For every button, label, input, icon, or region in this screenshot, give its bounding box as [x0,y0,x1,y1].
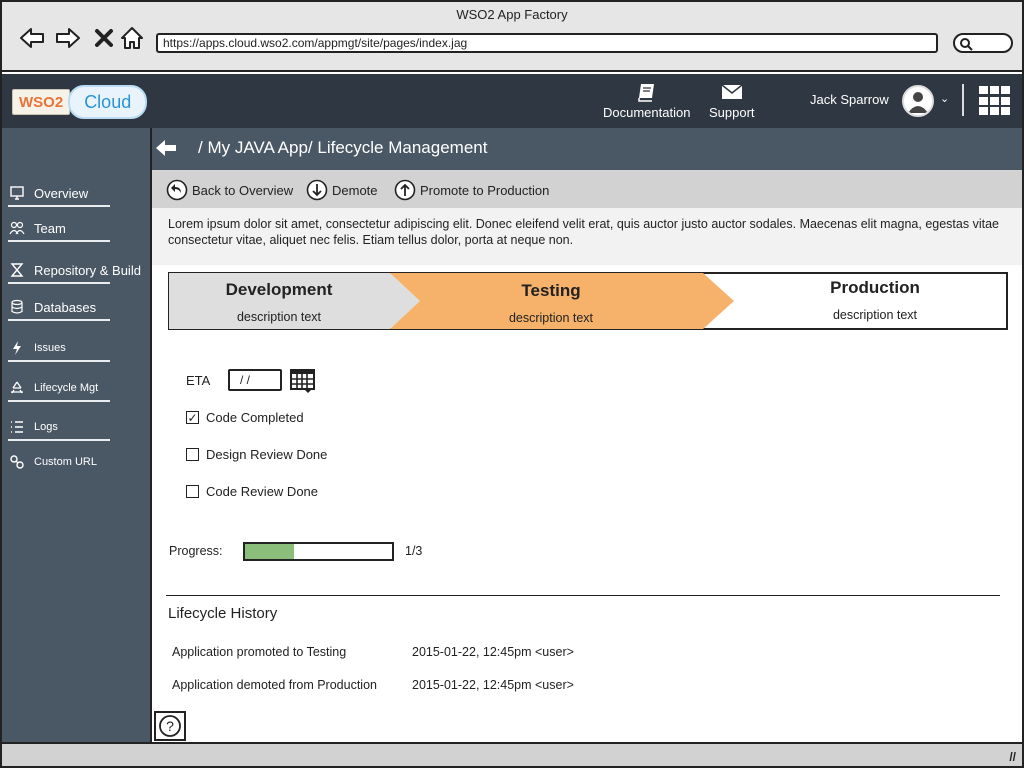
address-bar[interactable]: https://apps.cloud.wso2.com/appmgt/site/… [156,33,938,53]
support-label: Support [709,105,755,120]
stage-name: Testing [521,281,581,300]
demote-button[interactable]: Demote [306,179,378,201]
checklist-label: Code Review Done [206,484,319,499]
eta-label: ETA [186,373,211,388]
undo-arrow-icon [166,179,188,201]
sidebar-item-label: Overview [34,185,89,201]
sidebar-item-label: Lifecycle Mgt [34,382,99,394]
checklist-label: Design Review Done [206,447,328,462]
breadcrumb: / My JAVA App/ Lifecycle Management [198,138,488,157]
book-icon [637,84,654,102]
database-icon [8,298,26,316]
recycle-icon [8,379,26,397]
stage-desc: description text [236,310,322,324]
checklist-item-design-review[interactable]: Design Review Done [186,447,327,462]
back-arrow-icon[interactable] [152,128,180,168]
lifecycle-stages: Development description text Testing des… [168,272,1008,330]
logo-wso2: WSO2 [12,89,71,115]
progress-label: Progress: [169,544,223,558]
resize-grip-icon[interactable]: // [1009,750,1016,764]
avatar[interactable] [902,85,934,117]
stage-development[interactable]: Development description text [168,272,390,330]
demote-arrow-icon [306,179,328,201]
browser-chrome: WSO2 App Factory https://apps.cloud.wso2… [2,2,1022,72]
stage-desc: description text [508,311,594,325]
support-link[interactable]: Support [709,82,755,120]
mail-icon [721,84,743,99]
promote-label: Promote to Production [420,182,550,198]
link-icon [8,453,26,471]
history-time: 2015-01-22, 12:45pm <user> [412,645,574,659]
sidebar-item-issues[interactable]: Issues [8,336,110,362]
sidebar-item-label: Custom URL [34,456,97,468]
progress-fill [245,544,294,559]
home-icon[interactable] [118,24,146,52]
list-icon [8,418,26,436]
history-title: Lifecycle History [168,605,278,622]
sidebar-item-label: Logs [34,421,58,433]
stage-name: Production [830,278,920,297]
sidebar-item-overview[interactable]: Overview [8,181,110,207]
user-icon [908,92,928,113]
back-to-overview-button[interactable]: Back to Overview [166,179,293,201]
header-divider [962,84,964,116]
chevron-down-icon[interactable]: ⌄ [940,92,949,105]
stage-production[interactable]: Production description text [734,270,1016,328]
promote-button[interactable]: Promote to Production [394,179,549,201]
sidebar-item-lifecycle[interactable]: Lifecycle Mgt [8,376,110,402]
description-text: Lorem ipsum dolor sit amet, consectetur … [152,208,1022,265]
documentation-label: Documentation [603,105,691,120]
checkbox[interactable]: ✓ [186,411,199,424]
progress-text: 1/3 [405,544,423,558]
stage-desc: description text [832,308,918,322]
stop-icon[interactable] [90,24,118,52]
sidebar-item-team[interactable]: Team [8,216,110,242]
calendar-icon[interactable] [290,368,316,394]
history-divider [166,595,1000,596]
help-icon: ? [159,715,181,737]
logo-cloud: Cloud [68,85,148,119]
checklist-item-code-completed[interactable]: ✓ Code Completed [186,410,304,425]
svg-text:?: ? [166,718,174,734]
checklist-label: Code Completed [206,410,304,425]
monitor-icon [8,184,26,202]
promote-arrow-icon [394,179,416,201]
sidebar-item-label: Issues [34,342,66,354]
sidebar-item-logs[interactable]: Logs [8,415,110,441]
apps-grid-icon[interactable] [979,86,1011,116]
sidebar-item-label: Team [34,220,66,236]
history-time: 2015-01-22, 12:45pm <user> [412,678,574,692]
history-event: Application demoted from Production [172,678,377,692]
stage-testing[interactable]: Testing description text [418,273,684,331]
browser-window: WSO2 App Factory https://apps.cloud.wso2… [0,0,1024,768]
progress-bar [243,542,394,561]
sidebar-divider [8,272,110,284]
sidebar-item-databases[interactable]: Databases [8,295,110,321]
history-event: Application promoted to Testing [172,645,347,659]
stage-name: Development [225,280,333,299]
forward-icon[interactable] [54,24,82,52]
window-title: WSO2 App Factory [456,7,568,22]
user-name[interactable]: Jack Sparrow [810,92,889,107]
back-to-overview-label: Back to Overview [192,182,294,198]
wso2-cloud-logo[interactable]: WSO2 Cloud [12,84,148,120]
status-bar: // [2,742,1022,766]
sidebar-item-label: Databases [34,299,97,315]
checklist-item-code-review[interactable]: Code Review Done [186,484,318,499]
sidebar-item-custom-url[interactable]: Custom URL [8,449,110,475]
team-icon [8,219,26,237]
help-button[interactable]: ? [154,711,186,741]
browser-search-field[interactable] [953,33,1013,53]
search-icon [960,38,973,51]
bolt-icon [8,339,26,357]
checkbox[interactable] [186,485,199,498]
checkbox[interactable] [186,448,199,461]
demote-label: Demote [332,182,378,198]
back-icon[interactable] [18,24,46,52]
documentation-link[interactable]: Documentation [603,82,690,120]
eta-date-field[interactable]: / / [228,369,282,391]
